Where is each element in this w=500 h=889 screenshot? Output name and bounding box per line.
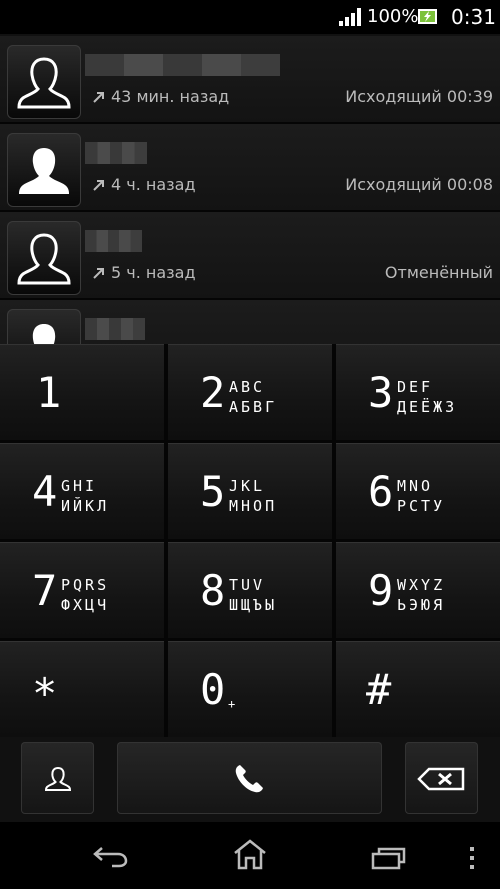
key-letters-latin: PQRS <box>61 576 110 594</box>
call-time-ago: 5 ч. назад <box>111 263 196 282</box>
key-digit: 6 <box>368 467 394 516</box>
key-3[interactable]: 3 DEF ДЕЁЖЗ <box>336 344 500 440</box>
contact-silhouette-icon[interactable] <box>7 309 81 344</box>
key-digit: 3 <box>368 368 394 417</box>
key-letters-latin: JKL <box>229 477 266 495</box>
key-digit: 7 <box>32 566 58 615</box>
key-letters-latin: ABC <box>229 378 266 396</box>
back-icon[interactable] <box>92 844 130 868</box>
call-log-list[interactable]: 43 мин. назад Исходящий 00:39 4 ч. назад… <box>0 34 500 344</box>
key-digit: 4 <box>32 467 58 516</box>
key-digit: 5 <box>200 467 226 516</box>
key-letters-latin: MNO <box>397 477 434 495</box>
contacts-icon <box>44 766 72 791</box>
contacts-button[interactable] <box>21 742 94 814</box>
navigation-bar <box>0 822 500 889</box>
signal-icon <box>339 8 361 26</box>
call-log-item[interactable]: 4 ч. назад Исходящий 00:08 <box>0 124 500 212</box>
contact-outline-icon[interactable] <box>7 221 81 295</box>
key-8[interactable]: 8 TUV ШЩЪЫ <box>168 542 332 638</box>
key-digit: 0 <box>200 665 226 714</box>
key-letters-latin: DEF <box>397 378 434 396</box>
key-1[interactable]: 1 <box>0 344 164 440</box>
key-letters-cyrillic: ЬЭЮЯ <box>397 596 446 614</box>
call-status: Исходящий 00:08 <box>345 175 493 194</box>
key-5[interactable]: 5 JKL МНОП <box>168 443 332 539</box>
contact-name-redacted <box>85 142 147 164</box>
backspace-button[interactable] <box>405 742 478 814</box>
key-letters-latin: GHI <box>61 477 98 495</box>
key-letters-latin: WXYZ <box>397 576 446 594</box>
contact-name-redacted <box>85 318 145 340</box>
call-button[interactable] <box>117 742 382 814</box>
key-digit: * <box>32 669 58 718</box>
contact-outline-icon[interactable] <box>7 45 81 119</box>
key-digit: 1 <box>36 368 62 417</box>
contact-name-redacted <box>85 230 142 252</box>
clock: 0:31 <box>451 5 496 29</box>
key-letters-latin: TUV <box>229 576 266 594</box>
call-log-item[interactable] <box>0 300 500 344</box>
key-letters-cyrillic: МНОП <box>229 497 278 515</box>
key-7[interactable]: 7 PQRS ФХЦЧ <box>0 542 164 638</box>
battery-charging-icon <box>418 9 437 24</box>
dialer-action-bar <box>0 737 500 822</box>
key-letters-cyrillic: ШЩЪЫ <box>229 596 278 614</box>
recent-apps-icon[interactable] <box>371 846 407 870</box>
call-log-item[interactable]: 5 ч. назад Отменённый <box>0 212 500 300</box>
phone-call-icon <box>235 765 263 793</box>
dial-keypad: 1 2 ABC АБВГ 3 DEF ДЕЁЖЗ 4 GHI ИЙКЛ 5 JK… <box>0 344 500 737</box>
key-2[interactable]: 2 ABC АБВГ <box>168 344 332 440</box>
key-letters-cyrillic: РСТУ <box>397 497 446 515</box>
key-0[interactable]: 0 + <box>168 641 332 737</box>
key-letters-latin: + <box>228 697 239 711</box>
call-log-item[interactable]: 43 мин. назад Исходящий 00:39 <box>0 36 500 124</box>
key-star[interactable]: * <box>0 641 164 737</box>
key-letters-cyrillic: АБВГ <box>229 398 278 416</box>
contact-name-redacted <box>85 54 280 76</box>
key-letters-cyrillic: ДЕЁЖЗ <box>397 398 458 416</box>
outgoing-arrow-icon <box>93 268 104 279</box>
menu-dots-icon[interactable] <box>468 846 476 870</box>
key-letters-cyrillic: ФХЦЧ <box>61 596 110 614</box>
outgoing-arrow-icon <box>93 180 104 191</box>
call-status: Отменённый <box>384 263 493 282</box>
key-digit: 2 <box>200 368 226 417</box>
key-9[interactable]: 9 WXYZ ЬЭЮЯ <box>336 542 500 638</box>
contact-silhouette-icon[interactable] <box>7 133 81 207</box>
key-4[interactable]: 4 GHI ИЙКЛ <box>0 443 164 539</box>
call-time-ago: 43 мин. назад <box>111 87 230 106</box>
backspace-icon <box>417 767 465 791</box>
call-time-ago: 4 ч. назад <box>111 175 196 194</box>
key-6[interactable]: 6 MNO РСТУ <box>336 443 500 539</box>
key-digit: 8 <box>200 566 226 615</box>
battery-percent: 100% <box>367 6 419 27</box>
key-digit: # <box>366 665 392 714</box>
call-status: Исходящий 00:39 <box>345 87 493 106</box>
key-letters-cyrillic: ИЙКЛ <box>61 497 110 515</box>
home-icon[interactable] <box>232 838 268 870</box>
outgoing-arrow-icon <box>93 92 104 103</box>
key-digit: 9 <box>368 566 394 615</box>
status-bar: 100% 0:31 <box>0 0 500 34</box>
key-hash[interactable]: # <box>336 641 500 737</box>
